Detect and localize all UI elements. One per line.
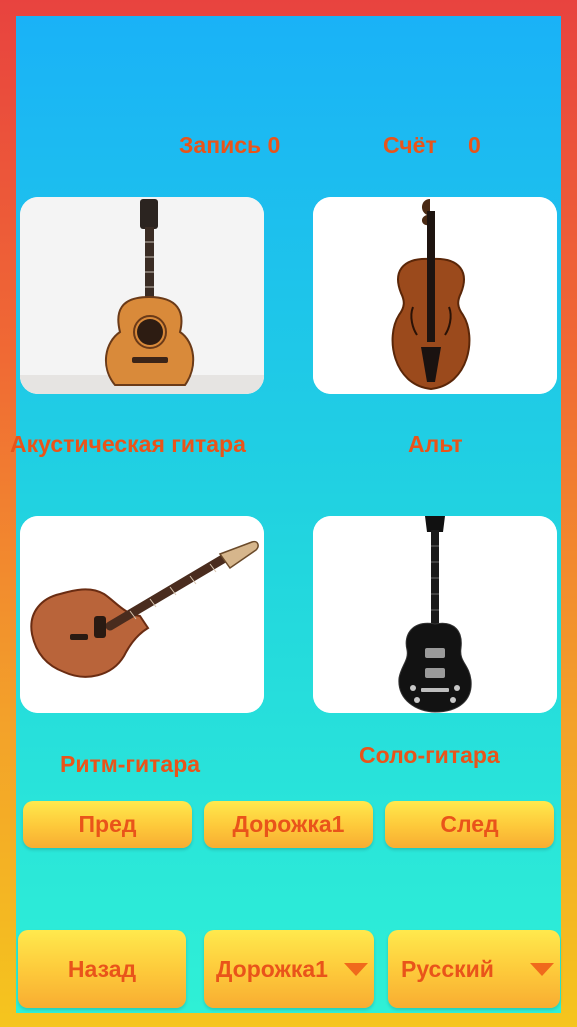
instrument-name-solo-guitar: Соло-гитара [359,742,500,768]
language-select-value: Русский [401,955,494,982]
instrument-card-rhythm-guitar[interactable] [20,516,264,713]
game-screen [16,16,561,1013]
back-button[interactable]: Назад [18,930,186,1008]
record-label: Запись 0 [179,132,281,158]
track-button-label: Дорожка1 [232,811,345,837]
back-button-label: Назад [67,955,137,982]
instrument-card-acoustic-guitar[interactable] [20,197,264,394]
instrument-name-rhythm-guitar: Ритм-гитара [60,751,201,777]
track-select[interactable]: Дорожка1 [204,930,374,1008]
instrument-name-acoustic-guitar: Акустическая гитара [10,431,246,457]
score-label: Счёт [383,132,437,158]
instrument-card-solo-guitar[interactable] [313,516,557,713]
solo-guitar-icon [313,516,557,713]
track-select-value: Дорожка1 [216,955,328,982]
prev-button-label: Пред [78,811,137,837]
acoustic-guitar-icon [20,197,264,394]
next-button-label: След [440,811,499,837]
instrument-name-viola: Альт [408,431,463,457]
viola-icon [313,197,557,394]
track-button[interactable]: Дорожка1 [204,801,373,848]
rhythm-guitar-icon [20,516,264,713]
prev-button[interactable]: Пред [23,801,192,848]
next-button[interactable]: След [385,801,554,848]
score-value: 0 [468,132,481,158]
language-select[interactable]: Русский [388,930,560,1008]
chevron-down-icon [530,963,554,976]
instrument-card-viola[interactable] [313,197,557,394]
chevron-down-icon [344,963,368,976]
